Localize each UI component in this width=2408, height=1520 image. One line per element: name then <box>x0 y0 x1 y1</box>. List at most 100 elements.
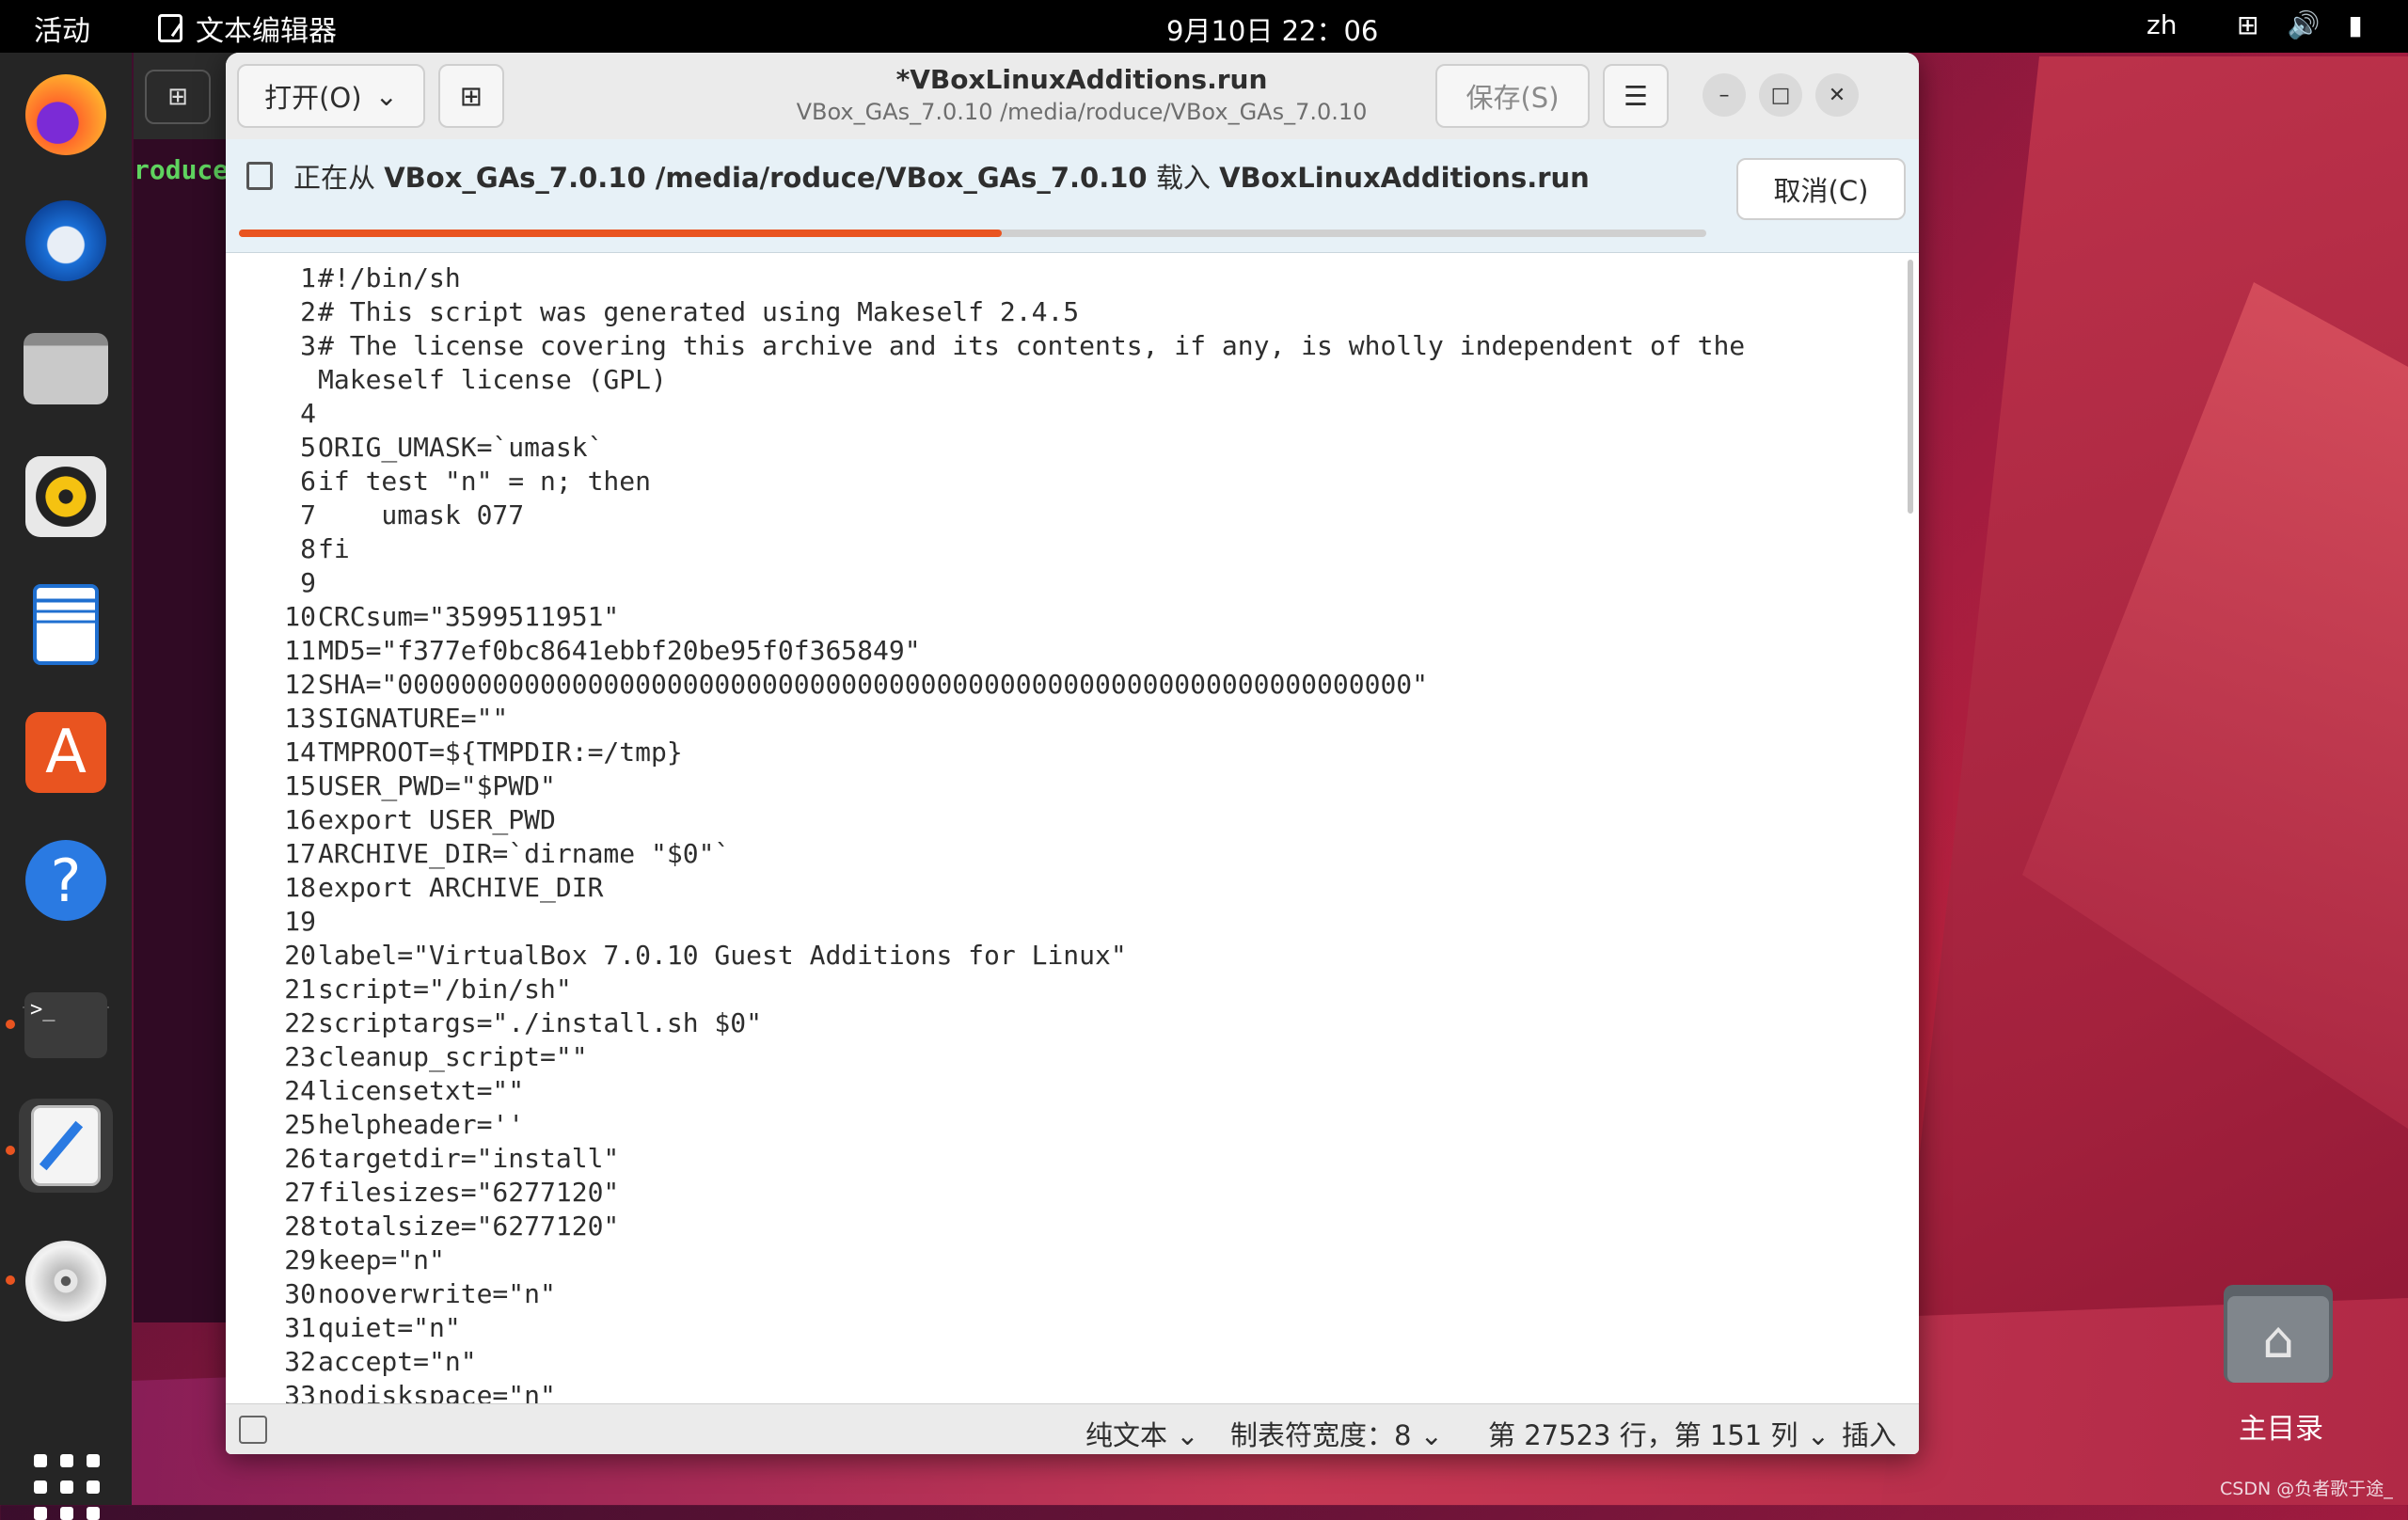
dock-app-center[interactable]: A <box>19 705 113 800</box>
line-number: 33 <box>284 1380 316 1403</box>
line-text: cleanup_script="" <box>318 1041 588 1072</box>
activities-button[interactable]: 活动 <box>34 8 90 49</box>
line-number: 3 <box>300 330 316 361</box>
line-number: 10 <box>284 601 316 632</box>
vertical-scrollbar[interactable] <box>1908 260 1913 514</box>
terminal-output: roduce <box>134 154 230 185</box>
code-line: 15USER_PWD="$PWD" <box>226 769 556 803</box>
line-number: 27 <box>284 1177 316 1208</box>
watermark: CSDN @负者歌于途_ <box>2220 1479 2393 1499</box>
running-indicator <box>6 1275 15 1285</box>
line-text: ORIG_UMASK=`umask` <box>318 432 604 463</box>
code-line: 27filesizes="6277120" <box>226 1176 619 1210</box>
loading-prefix: 正在从 <box>293 162 376 194</box>
line-number: 20 <box>284 940 316 971</box>
line-text: accept="n" <box>318 1346 477 1377</box>
close-button[interactable]: ✕ <box>1815 73 1859 117</box>
line-number: 14 <box>284 736 316 768</box>
line-text: USER_PWD="$PWD" <box>318 770 556 801</box>
text-view[interactable]: 1#!/bin/sh 2# This script was generated u… <box>226 254 1919 1403</box>
line-text: export USER_PWD <box>318 804 556 835</box>
line-text: Makeself license (GPL) <box>318 364 667 395</box>
document-list-icon[interactable] <box>239 1416 267 1444</box>
firefox-icon <box>25 74 106 155</box>
code-line: 31quiet="n" <box>226 1311 460 1345</box>
minimize-icon: – <box>1719 83 1730 107</box>
code-line: 33nodiskspace="n" <box>226 1379 556 1403</box>
input-method-indicator[interactable]: zh <box>2147 9 2177 40</box>
document-path: VBox_GAs_7.0.10 /media/roduce/VBox_GAs_7… <box>796 99 1368 125</box>
clock[interactable]: 9月10日 22：06 <box>1166 9 1378 49</box>
minimize-button[interactable]: – <box>1703 73 1746 117</box>
line-text: umask 077 <box>318 499 525 530</box>
insert-mode-indicator[interactable]: 插入 <box>1842 1414 1896 1453</box>
loading-middle: 载入 <box>1155 162 1211 194</box>
line-number: 29 <box>284 1244 316 1275</box>
loading-source: VBox_GAs_7.0.10 /media/roduce/VBox_GAs_7… <box>384 162 1148 194</box>
tab-width-selector[interactable]: 制表符宽度：8 ⌄ <box>1230 1414 1443 1453</box>
dock-optical-disc[interactable] <box>19 1234 113 1328</box>
line-text: # This script was generated using Makese… <box>318 296 1080 327</box>
line-text: ARCHIVE_DIR=`dirname "$0"` <box>318 838 731 869</box>
language-selector[interactable]: 纯文本 ⌄ <box>1085 1414 1199 1453</box>
line-number: 24 <box>284 1075 316 1106</box>
dock-libreoffice-writer[interactable] <box>19 578 113 672</box>
dock-firefox[interactable] <box>19 68 113 162</box>
code-line: 26targetdir="install" <box>226 1142 619 1176</box>
line-number: 21 <box>284 974 316 1005</box>
code-line: 24licensetxt="" <box>226 1074 524 1108</box>
open-button[interactable]: 打开(O) ⌄ <box>237 64 425 128</box>
code-line: 7 umask 077 <box>226 499 524 532</box>
document-title: *VBoxLinuxAdditions.run <box>895 64 1268 95</box>
code-line: 1#!/bin/sh <box>226 261 461 295</box>
code-line: 29keep="n" <box>226 1243 445 1277</box>
dock-terminal[interactable]: >_ <box>19 978 113 1072</box>
tab-width-label: 制表符宽度：8 <box>1230 1419 1412 1451</box>
code-line: 23cleanup_script="" <box>226 1040 588 1074</box>
line-text: # The license covering this archive and … <box>318 330 1746 361</box>
maximize-button[interactable]: □ <box>1759 73 1802 117</box>
terminal-icon: >_ <box>24 992 107 1058</box>
new-tab-button[interactable]: ⊞ <box>145 70 211 124</box>
dock-text-editor[interactable] <box>19 1099 113 1193</box>
code-line: 11MD5="f377ef0bc8641ebbf20be95f0f365849" <box>226 634 920 668</box>
help-icon: ? <box>25 840 106 921</box>
dock-help[interactable]: ? <box>19 833 113 927</box>
code-line: 14TMPROOT=${TMPDIR:=/tmp} <box>226 736 682 769</box>
code-line: 20label="VirtualBox 7.0.10 Guest Additio… <box>226 939 1126 973</box>
line-text: script="/bin/sh" <box>318 974 572 1005</box>
network-icon: ⊞ <box>2237 9 2259 40</box>
dock-files[interactable] <box>19 322 113 416</box>
line-text: nodiskspace="n" <box>318 1380 556 1403</box>
system-tray[interactable]: ⊞ 🔊 ▮ <box>2237 9 2363 40</box>
code-line: 32accept="n" <box>226 1345 477 1379</box>
line-number: 19 <box>284 906 316 937</box>
home-folder-label[interactable]: 主目录 <box>2192 1405 2370 1447</box>
code-line: 25helpheader='' <box>226 1108 524 1142</box>
dock-thunderbird[interactable] <box>19 194 113 288</box>
new-tab-icon: ⊞ <box>459 80 483 112</box>
show-apps-grid-icon[interactable] <box>34 1454 100 1520</box>
running-indicator <box>6 1020 15 1029</box>
loading-file: VBoxLinuxAdditions.run <box>1219 162 1590 194</box>
save-button[interactable]: 保存(S) <box>1435 64 1590 128</box>
line-number: 4 <box>300 398 316 429</box>
home-icon: ⌂ <box>2261 1309 2295 1370</box>
dock-rhythmbox[interactable] <box>19 450 113 544</box>
line-text: CRCsum="3599511951" <box>318 601 620 632</box>
main-menu-button[interactable]: ☰ <box>1603 64 1669 128</box>
code-line: 16export USER_PWD <box>226 803 556 837</box>
new-document-button[interactable]: ⊞ <box>438 64 504 128</box>
line-number: 7 <box>300 499 316 530</box>
thunderbird-icon <box>25 200 106 281</box>
cancel-button[interactable]: 取消(C) <box>1736 158 1906 220</box>
code-line: 12SHA="000000000000000000000000000000000… <box>226 668 1428 702</box>
line-text: targetdir="install" <box>318 1143 620 1174</box>
status-bar: 纯文本 ⌄ 制表符宽度：8 ⌄ 第 27523 行，第 151 列 ⌄ 插入 <box>226 1403 1919 1454</box>
code-line: 4 <box>226 397 318 431</box>
chevron-down-icon: ⌄ <box>374 80 398 112</box>
app-menu[interactable]: 文本编辑器 <box>158 8 337 49</box>
code-line: 19 <box>226 905 318 939</box>
home-folder-icon[interactable]: ⌂ <box>2224 1285 2333 1388</box>
cursor-position-selector[interactable]: 第 27523 行，第 151 列 ⌄ <box>1488 1414 1830 1453</box>
